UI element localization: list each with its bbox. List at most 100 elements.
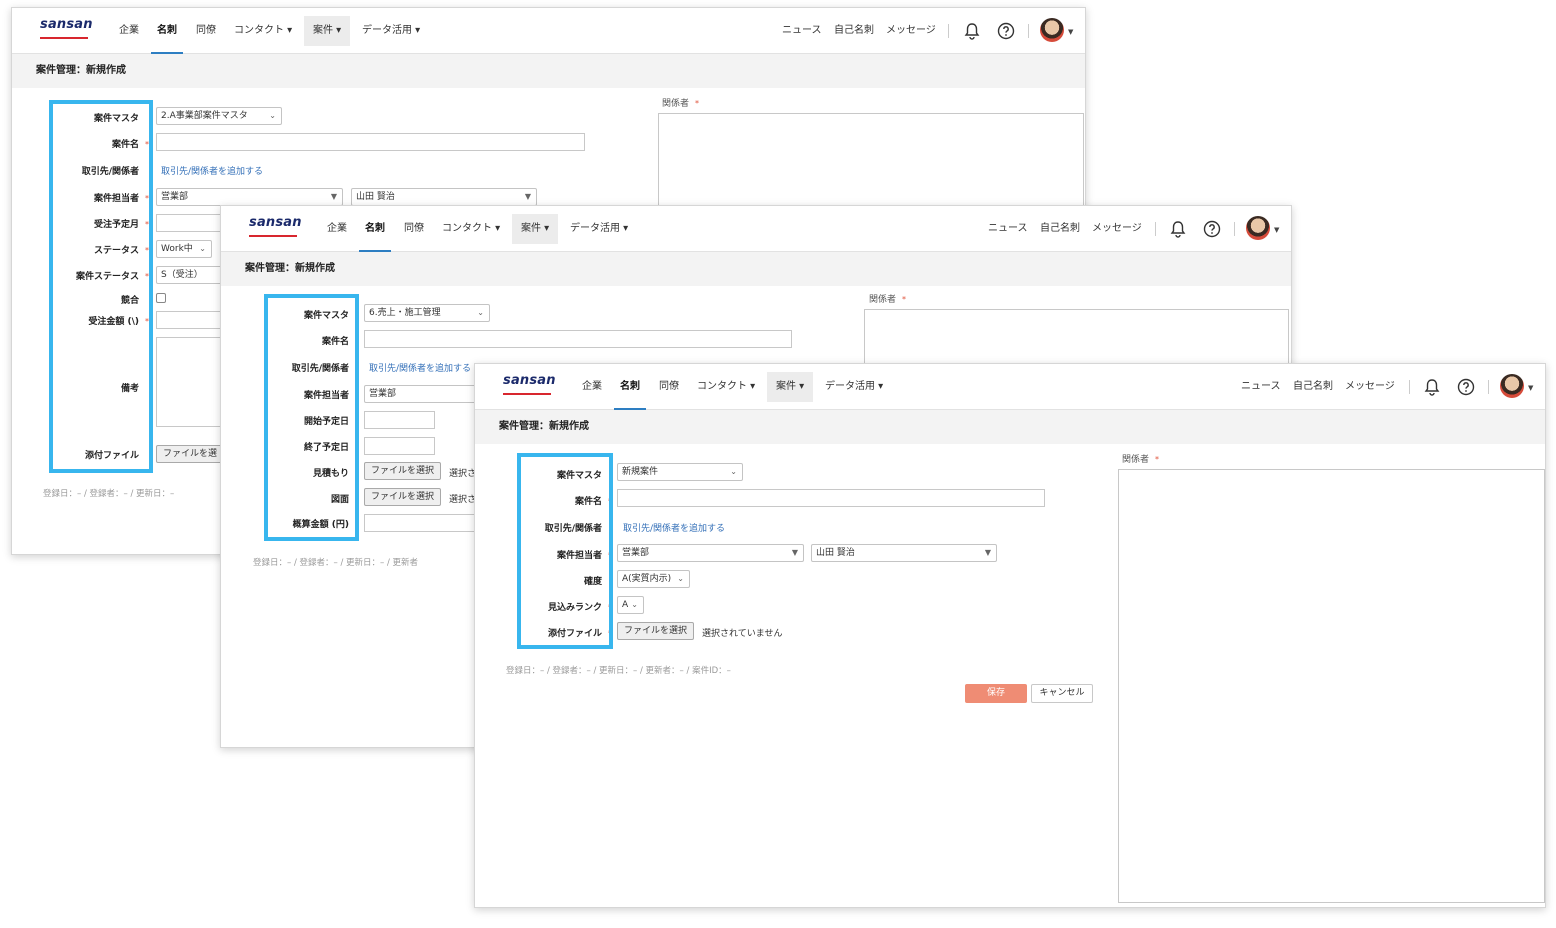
deal-name-input[interactable] xyxy=(617,489,1045,507)
save-button[interactable]: 保存 xyxy=(965,684,1027,703)
add-client-link[interactable]: 取引先/関係者を追加する xyxy=(369,361,471,374)
relations-box[interactable] xyxy=(658,113,1084,213)
nav-message[interactable]: メッセージ xyxy=(1092,206,1142,252)
logo-underline xyxy=(40,37,88,39)
competitor-checkbox[interactable] xyxy=(156,293,166,303)
nav-business-card[interactable]: 名刺 xyxy=(151,8,183,54)
nav-news[interactable]: ニュース xyxy=(1241,364,1281,410)
owner-person-select[interactable]: 山田 賢治 ▼ xyxy=(351,188,537,206)
logo-underline xyxy=(503,393,551,395)
user-avatar[interactable] xyxy=(1040,18,1064,42)
record-meta: 登録日：– / 登録者：– / 更新日：– / 更新者 xyxy=(253,558,419,568)
nav-deal[interactable]: 案件 ▾ xyxy=(304,16,351,46)
nav-separator xyxy=(1409,380,1410,394)
top-nav: sansan 企業 名刺 同僚 コンタクト ▾ 案件 ▾ データ活用 ▾ ニュー… xyxy=(221,206,1291,252)
drawing-file-status: 選択さ xyxy=(449,495,477,505)
record-meta: 登録日：– / 登録者：– / 更新日：– xyxy=(43,489,175,499)
deal-name-input[interactable] xyxy=(156,133,585,151)
nav-contact[interactable]: コンタクト ▾ xyxy=(442,206,500,252)
bell-icon[interactable] xyxy=(1422,377,1442,397)
label-relations: 関係者 * xyxy=(1122,455,1160,465)
owner-department-select[interactable]: 営業部 ▼ xyxy=(156,188,343,206)
nav-business-card[interactable]: 名刺 xyxy=(614,364,646,410)
file-status: 選択されていません xyxy=(702,629,783,639)
prospect-rank-select[interactable]: A ⌄ xyxy=(617,596,644,614)
cancel-button[interactable]: キャンセル xyxy=(1031,684,1093,703)
bell-icon[interactable] xyxy=(1168,219,1188,239)
deal-status-select[interactable]: S（受注） xyxy=(156,266,222,284)
record-meta: 登録日：– / 登録者：– / 更新日：– / 更新者：– / 案件ID：– xyxy=(506,666,731,676)
nav-message[interactable]: メッセージ xyxy=(886,8,936,54)
nav-company[interactable]: 企業 xyxy=(119,8,139,54)
nav-data-use[interactable]: データ活用 ▾ xyxy=(570,206,628,252)
nav-separator xyxy=(1028,24,1029,38)
help-icon[interactable] xyxy=(996,21,1016,41)
order-month-input[interactable] xyxy=(156,214,222,232)
help-icon[interactable] xyxy=(1456,377,1476,397)
page-title: 案件管理：新規作成 xyxy=(221,252,1291,286)
owner-department-select[interactable]: 営業部 xyxy=(364,385,484,403)
nav-company[interactable]: 企業 xyxy=(327,206,347,252)
nav-separator xyxy=(1488,380,1489,394)
nav-separator xyxy=(948,24,949,38)
caret-down-icon[interactable]: ▼ xyxy=(1068,28,1073,36)
nav-data-use[interactable]: データ活用 ▾ xyxy=(825,364,883,410)
relations-box[interactable] xyxy=(1118,469,1545,903)
status-select[interactable]: Work中 ⌄ xyxy=(156,240,212,258)
nav-colleague[interactable]: 同僚 xyxy=(659,364,679,410)
order-amount-input[interactable] xyxy=(156,311,222,329)
window-deal-form-3: sansan 企業 名刺 同僚 コンタクト ▾ 案件 ▾ データ活用 ▾ ニュー… xyxy=(474,363,1546,908)
add-client-link[interactable]: 取引先/関係者を追加する xyxy=(161,164,263,177)
nav-data-use[interactable]: データ活用 ▾ xyxy=(362,8,420,54)
sansan-logo[interactable]: sansan xyxy=(503,373,556,388)
file-select-button[interactable]: ファイルを選択 xyxy=(617,622,695,640)
bell-icon[interactable] xyxy=(962,21,982,41)
nav-deal[interactable]: 案件 ▾ xyxy=(767,372,814,402)
nav-message[interactable]: メッセージ xyxy=(1345,364,1395,410)
label-relations: 関係者 * xyxy=(662,99,700,109)
nav-my-card[interactable]: 自己名刺 xyxy=(834,8,874,54)
top-nav: sansan 企業 名刺 同僚 コンタクト ▾ 案件 ▾ データ活用 ▾ ニュー… xyxy=(12,8,1085,54)
notes-textarea[interactable] xyxy=(156,337,222,427)
nav-my-card[interactable]: 自己名刺 xyxy=(1293,364,1333,410)
relations-box[interactable] xyxy=(864,309,1289,369)
estimate-file-button[interactable]: ファイルを選択 xyxy=(364,462,442,480)
caret-down-icon[interactable]: ▼ xyxy=(1274,226,1279,234)
nav-separator xyxy=(1234,222,1235,236)
add-client-link[interactable]: 取引先/関係者を追加する xyxy=(623,521,725,534)
nav-business-card[interactable]: 名刺 xyxy=(359,206,391,252)
nav-company[interactable]: 企業 xyxy=(582,364,602,410)
nav-deal[interactable]: 案件 ▾ xyxy=(512,214,559,244)
user-avatar[interactable] xyxy=(1246,216,1270,240)
page-title: 案件管理：新規作成 xyxy=(475,410,1545,444)
deal-master-select[interactable]: 新規案件 ⌄ xyxy=(617,463,743,481)
owner-person-select[interactable]: 山田 賢治 ▼ xyxy=(811,544,997,562)
caret-down-icon[interactable]: ▼ xyxy=(1528,384,1533,392)
deal-master-select[interactable]: 6.売上・施工管理 ⌄ xyxy=(364,304,490,322)
start-date-input[interactable] xyxy=(364,411,435,429)
nav-my-card[interactable]: 自己名刺 xyxy=(1040,206,1080,252)
deal-name-input[interactable] xyxy=(364,330,792,348)
nav-contact[interactable]: コンタクト ▾ xyxy=(697,364,755,410)
end-date-input[interactable] xyxy=(364,437,435,455)
chevron-down-icon: ⌄ xyxy=(269,111,276,120)
nav-colleague[interactable]: 同僚 xyxy=(196,8,216,54)
nav-colleague[interactable]: 同僚 xyxy=(404,206,424,252)
logo-underline xyxy=(249,235,297,237)
owner-department-select[interactable]: 営業部 ▼ xyxy=(617,544,804,562)
deal-master-select[interactable]: 2.A事業部案件マスタ ⌄ xyxy=(156,107,282,125)
nav-news[interactable]: ニュース xyxy=(782,8,822,54)
nav-contact[interactable]: コンタクト ▾ xyxy=(234,8,292,54)
sansan-logo[interactable]: sansan xyxy=(249,215,302,230)
highlight-frame xyxy=(264,294,359,541)
estimate-file-status: 選択さ xyxy=(449,469,477,479)
approx-amount-input[interactable] xyxy=(364,514,484,532)
sansan-logo[interactable]: sansan xyxy=(40,17,93,32)
file-select-button[interactable]: ファイルを選 xyxy=(156,445,225,463)
page-title: 案件管理：新規作成 xyxy=(12,54,1085,88)
user-avatar[interactable] xyxy=(1500,374,1524,398)
drawing-file-button[interactable]: ファイルを選択 xyxy=(364,488,442,506)
certainty-select[interactable]: A(実質内示) ⌄ xyxy=(617,570,690,588)
help-icon[interactable] xyxy=(1202,219,1222,239)
nav-news[interactable]: ニュース xyxy=(988,206,1028,252)
